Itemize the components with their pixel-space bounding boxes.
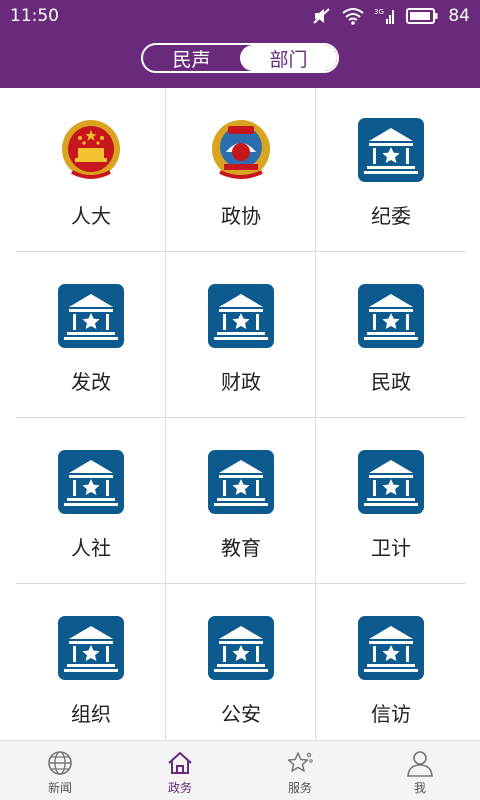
government-building-icon	[208, 450, 274, 514]
government-building-icon	[58, 450, 124, 514]
department-item[interactable]: 教育	[166, 420, 316, 586]
status-bar: 11:50 3G 84	[0, 0, 480, 32]
wifi-icon	[342, 8, 364, 25]
government-building-icon	[358, 118, 424, 182]
status-icons: 3G 84	[312, 6, 470, 26]
department-item[interactable]: 政协	[166, 88, 316, 254]
department-grid: 人大 政协 纪委发改 财政 民政人社 教育 卫计组织 公安 信访	[16, 88, 466, 740]
department-item[interactable]: 财政	[166, 254, 316, 420]
star-icon	[287, 752, 313, 772]
nav-services[interactable]: 服务	[240, 741, 360, 800]
department-label: 公安	[221, 702, 261, 726]
department-item[interactable]: 人大	[16, 88, 166, 254]
nav-label: 服务	[287, 781, 312, 795]
battery-icon	[406, 8, 438, 24]
svg-text:3G: 3G	[374, 8, 384, 16]
national-emblem-icon	[62, 120, 120, 179]
mute-icon	[313, 8, 331, 24]
department-item[interactable]: 发改	[16, 254, 166, 420]
globe-icon	[48, 751, 72, 775]
department-item[interactable]: 组织	[16, 586, 166, 752]
government-building-icon	[58, 616, 124, 680]
government-building-icon	[358, 616, 424, 680]
department-label: 人社	[71, 536, 111, 560]
bottom-nav: 新闻 政务 服务 我	[0, 740, 480, 800]
department-label: 发改	[71, 370, 111, 394]
department-item[interactable]: 纪委	[316, 88, 466, 254]
government-building-icon	[358, 450, 424, 514]
department-item[interactable]: 人社	[16, 420, 166, 586]
app-header: 11:50 3G 84 民声 部门	[0, 0, 480, 88]
status-time: 11:50	[10, 6, 59, 26]
department-label: 教育	[221, 536, 261, 560]
nav-me[interactable]: 我	[360, 741, 480, 800]
nav-label: 政务	[167, 781, 192, 795]
nav-label: 新闻	[47, 781, 72, 795]
department-item[interactable]: 信访	[316, 586, 466, 752]
government-building-icon	[208, 284, 274, 348]
cppcc-emblem-icon	[212, 120, 270, 179]
signal-icon: 3G	[374, 8, 395, 24]
department-label: 民政	[371, 370, 411, 394]
department-label: 财政	[221, 370, 261, 394]
department-label: 卫计	[371, 536, 411, 560]
nav-label: 我	[413, 781, 426, 795]
battery-level: 84	[448, 6, 470, 26]
department-label: 纪委	[371, 204, 411, 228]
person-icon	[407, 751, 433, 777]
nav-government[interactable]: 政务	[120, 741, 240, 800]
tab-bumen[interactable]: 部门	[240, 45, 337, 71]
segment-control: 民声 部门	[141, 43, 339, 73]
department-label: 人大	[71, 204, 111, 228]
department-label: 信访	[371, 702, 411, 726]
tab-minsheng[interactable]: 民声	[143, 45, 240, 71]
department-item[interactable]: 卫计	[316, 420, 466, 586]
department-label: 组织	[71, 702, 111, 726]
government-building-icon	[358, 284, 424, 348]
government-building-icon	[58, 284, 124, 348]
nav-news[interactable]: 新闻	[0, 741, 120, 800]
department-item[interactable]: 公安	[166, 586, 316, 752]
home-icon	[168, 752, 192, 774]
department-item[interactable]: 民政	[316, 254, 466, 420]
government-building-icon	[208, 616, 274, 680]
department-label: 政协	[221, 204, 261, 228]
